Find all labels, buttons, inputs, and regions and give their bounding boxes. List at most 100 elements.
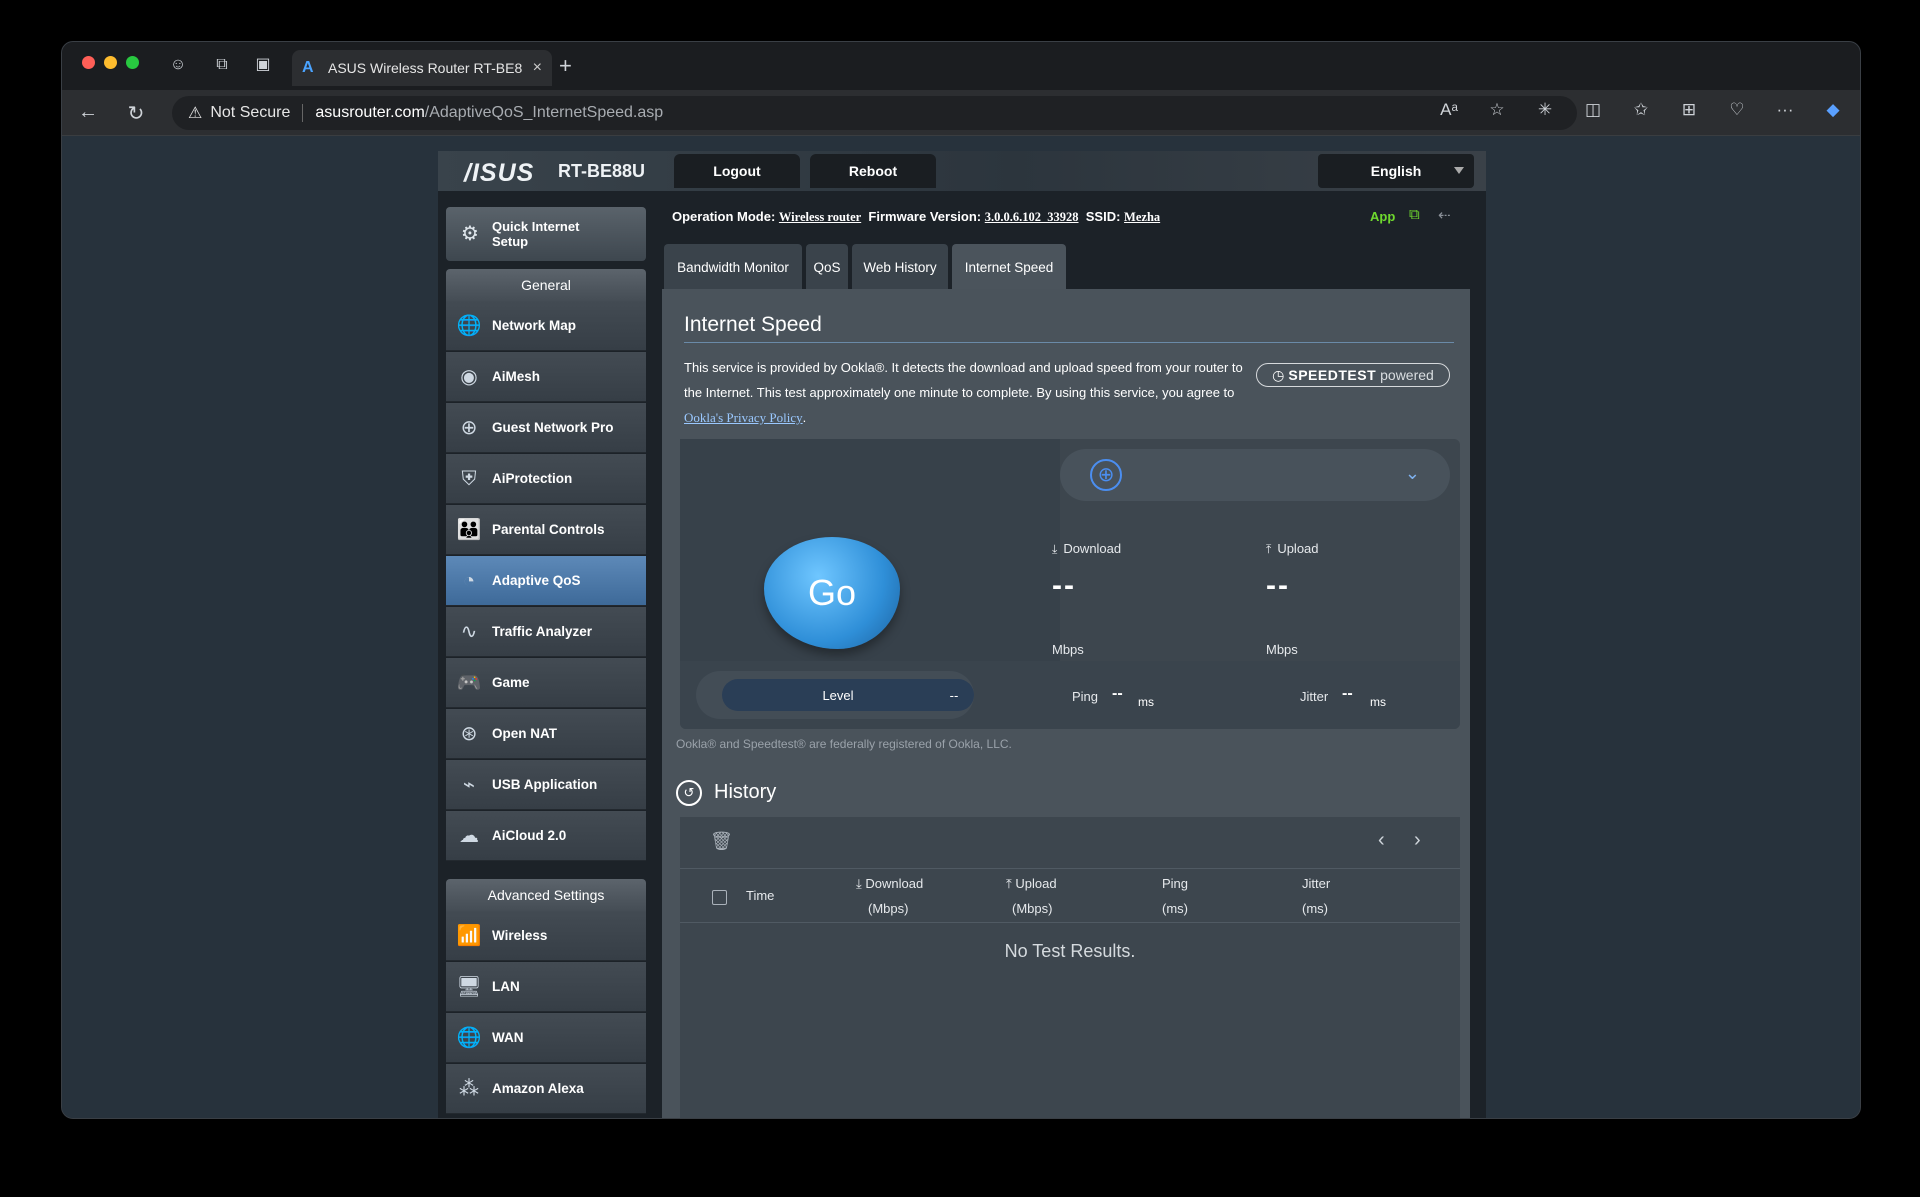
- download-arrow-icon: ⤓: [856, 876, 866, 891]
- ssid-link[interactable]: Mezha: [1124, 210, 1160, 224]
- level-label: Level: [822, 687, 854, 703]
- history-table: 🗑 ‹ › Time ⤓ Download (Mbps) ⤒ Upload (M…: [680, 817, 1460, 1118]
- general-header: General: [446, 269, 646, 301]
- favorites-icon[interactable]: ✩: [1628, 100, 1654, 120]
- privacy-policy-link[interactable]: Ookla's Privacy Policy: [684, 410, 803, 425]
- sidebar-item-aimesh[interactable]: ◉ AiMesh: [446, 352, 646, 402]
- col-time: Time: [746, 883, 774, 908]
- more-options-icon[interactable]: ···: [1772, 100, 1798, 120]
- status-bar: Operation Mode: Wireless router Firmware…: [672, 209, 1160, 225]
- family-icon: 👪: [456, 518, 482, 541]
- upload-label-text: Upload: [1277, 541, 1319, 556]
- logout-button[interactable]: Logout: [674, 154, 800, 188]
- sidebar-item-amazon-alexa[interactable]: ⁂ Amazon Alexa: [446, 1064, 646, 1114]
- level-selector[interactable]: Level --: [696, 671, 974, 719]
- new-tab-button[interactable]: +: [559, 53, 572, 79]
- browser-tab-active[interactable]: A ASUS Wireless Router RT-BE8 ×: [292, 50, 552, 86]
- trademark-note: Ookla® and Speedtest® are federally regi…: [676, 737, 1012, 751]
- powered-label: powered: [1380, 367, 1434, 383]
- network-status-icon[interactable]: ⧉: [1409, 206, 1420, 223]
- browser-essentials-icon[interactable]: ♡: [1724, 100, 1750, 120]
- copilot-icon[interactable]: ◆: [1820, 100, 1846, 120]
- back-icon[interactable]: ←: [76, 101, 100, 124]
- maximize-window-button[interactable]: [126, 56, 139, 69]
- sidebar-item-label: Adaptive QoS: [492, 573, 581, 588]
- tab-web-history[interactable]: Web History: [852, 244, 948, 290]
- sidebar-item-network-map[interactable]: 🌐 Network Map: [446, 301, 646, 351]
- minimize-window-button[interactable]: [104, 56, 117, 69]
- sidebar-item-usb-application[interactable]: ⌁ USB Application: [446, 760, 646, 810]
- advanced-settings-header: Advanced Settings: [446, 879, 646, 911]
- speed-test-box: ⊕ ⌄ Go ⤓ Download ⤒ Upload -- -- Mbps Mbps: [680, 439, 1460, 729]
- level-value: --: [949, 687, 959, 703]
- col-jitter: Jitter (ms): [1302, 871, 1330, 921]
- app-link[interactable]: App: [1370, 209, 1395, 224]
- address-bar-row: ← ↻ ⚠ Not Secure asusrouter.com /Adaptiv…: [62, 90, 1860, 136]
- router-model: RT-BE88U: [558, 161, 646, 181]
- alexa-icon: ⁂: [459, 1077, 479, 1100]
- col-download-text: Download: [865, 876, 924, 891]
- favorite-star-icon[interactable]: ☆: [1484, 100, 1510, 120]
- sidebar-item-traffic-analyzer[interactable]: ∿ Traffic Analyzer: [446, 607, 646, 657]
- close-tab-icon[interactable]: ×: [533, 59, 542, 77]
- sidebar-item-aicloud[interactable]: ☁ AiCloud 2.0: [446, 811, 646, 861]
- language-select[interactable]: English: [1318, 154, 1474, 188]
- upload-unit: Mbps: [1266, 642, 1298, 657]
- sidebar-item-label: AiCloud 2.0: [492, 828, 567, 843]
- sidebar-item-open-nat[interactable]: ⊛ Open NAT: [446, 709, 646, 759]
- not-secure-label[interactable]: Not Secure: [210, 104, 290, 122]
- col-ping-unit: (ms): [1162, 901, 1188, 916]
- monitor-icon: 🖥: [456, 975, 482, 998]
- speedtest-powered-badge: ◷ SPEEDTEST powered: [1256, 363, 1450, 387]
- sidebar-item-guest-network-pro[interactable]: ⊕ Guest Network Pro: [446, 403, 646, 453]
- nat-globe-icon: ⊛: [460, 722, 478, 745]
- select-all-checkbox[interactable]: [712, 890, 727, 905]
- reboot-button[interactable]: Reboot: [810, 154, 936, 188]
- profile-avatar-icon[interactable]: ☺: [167, 54, 189, 76]
- service-description: This service is provided by Ookla®. It d…: [684, 355, 1244, 430]
- sidebar-item-parental-controls[interactable]: 👪 Parental Controls: [446, 505, 646, 555]
- jitter-label: Jitter: [1300, 689, 1329, 704]
- quick-internet-setup-button[interactable]: ⚙ Quick Internet Setup: [446, 207, 646, 261]
- sidebar-item-lan[interactable]: 🖥 LAN: [446, 962, 646, 1012]
- url-field[interactable]: ⚠ Not Secure asusrouter.com /AdaptiveQoS…: [172, 96, 1577, 130]
- tab-qos[interactable]: QoS: [806, 244, 848, 290]
- opmode-link[interactable]: Wireless router: [779, 210, 861, 224]
- sidebar-item-wireless[interactable]: 📶 Wireless: [446, 911, 646, 961]
- tab-internet-speed[interactable]: Internet Speed: [952, 244, 1066, 290]
- wrench-gear-icon: ⚙: [461, 223, 479, 245]
- test-details-row: Level -- Ping -- ms Jitter -- ms: [680, 661, 1460, 729]
- usb-status-icon[interactable]: ⇠: [1438, 206, 1451, 224]
- jitter-value: --: [1342, 685, 1353, 702]
- refresh-icon[interactable]: ↻: [124, 101, 148, 126]
- tab-bandwidth-monitor[interactable]: Bandwidth Monitor: [664, 244, 802, 290]
- sidebar-item-label: Open NAT: [492, 726, 557, 741]
- chevron-right-icon[interactable]: ›: [1414, 829, 1421, 852]
- level-control[interactable]: Level --: [722, 679, 974, 711]
- col-download-unit: (Mbps): [868, 901, 909, 916]
- workspaces-icon[interactable]: ⧉: [211, 54, 233, 76]
- sidebar-item-aiprotection[interactable]: ⛨ AiProtection: [446, 454, 646, 504]
- sidebar-item-wan[interactable]: 🌐 WAN: [446, 1013, 646, 1063]
- language-value: English: [1370, 163, 1422, 179]
- trash-icon[interactable]: 🗑: [710, 831, 733, 852]
- chevron-down-icon: [1454, 167, 1464, 174]
- pulse-chart-icon: ∿: [460, 620, 478, 643]
- globe-server-icon: ⊕: [1090, 459, 1122, 491]
- server-select[interactable]: ⊕ ⌄: [1060, 449, 1450, 501]
- cloud-icon: ☁: [459, 824, 479, 847]
- col-download: ⤓ Download (Mbps): [856, 871, 923, 921]
- sidebar-item-game[interactable]: 🎮 Game: [446, 658, 646, 708]
- close-window-button[interactable]: [82, 56, 95, 69]
- download-value: --: [1052, 569, 1076, 602]
- col-time-label: Time: [746, 888, 775, 903]
- chevron-left-icon[interactable]: ‹: [1378, 829, 1385, 852]
- download-unit: Mbps: [1052, 642, 1084, 657]
- firmware-link[interactable]: 3.0.0.6.102_33928: [985, 210, 1079, 224]
- extensions-icon[interactable]: ✳: [1532, 100, 1558, 120]
- tab-actions-icon[interactable]: ▣: [252, 54, 274, 76]
- read-aloud-icon[interactable]: Aᵃ: [1436, 100, 1462, 120]
- split-screen-icon[interactable]: ◫: [1580, 100, 1606, 120]
- collections-icon[interactable]: ⊞: [1676, 100, 1702, 120]
- sidebar-item-adaptive-qos[interactable]: ◔ Adaptive QoS: [446, 556, 646, 606]
